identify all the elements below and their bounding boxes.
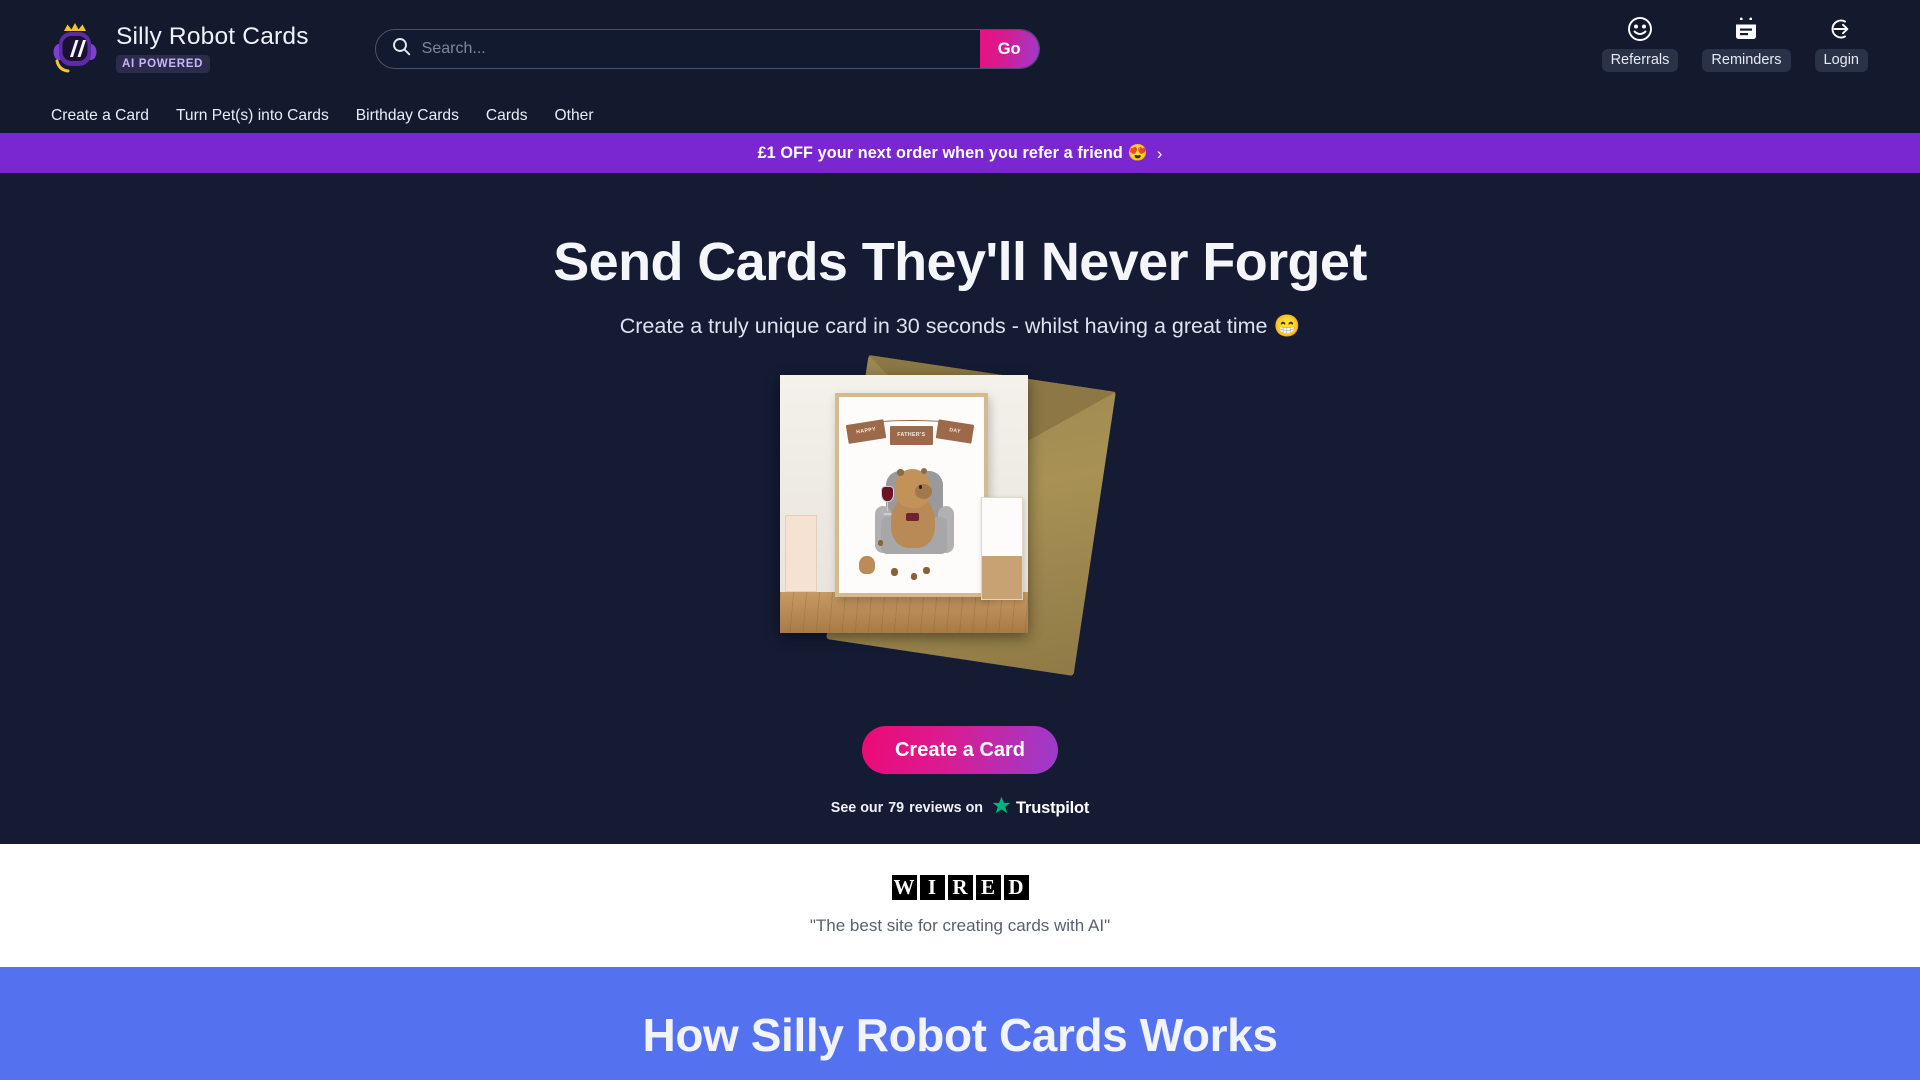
ai-powered-badge: AI POWERED <box>116 54 211 73</box>
press-section: W I R E D "The best site for creating ca… <box>0 844 1920 967</box>
login-arrow-icon <box>1828 15 1854 43</box>
capybara-snout <box>915 484 933 499</box>
greeting-card-photo: HAPPY FATHER'S DAY <box>780 375 1028 634</box>
wine-glass-graphic <box>881 485 895 516</box>
bunting-flag: DAY <box>935 419 975 444</box>
nav-item-birthday-cards[interactable]: Birthday Cards <box>356 107 459 125</box>
bunting-flag: HAPPY <box>846 419 887 444</box>
how-it-works-section: How Silly Robot Cards Works <box>0 967 1920 1080</box>
framed-artwork: HAPPY FATHER'S DAY <box>834 393 989 598</box>
capybara-bowtie <box>905 512 919 521</box>
capybara-head <box>895 468 933 509</box>
header-action-label: Reminders <box>1702 49 1791 72</box>
wired-logo: W I R E D <box>891 875 1029 900</box>
trustpilot-suffix: reviews on <box>909 800 984 817</box>
card-scene: HAPPY FATHER'S DAY <box>780 375 1028 634</box>
create-a-card-button[interactable]: Create a Card <box>862 726 1058 775</box>
crumb-graphic <box>891 567 899 576</box>
wired-letter: I <box>919 875 945 900</box>
search-input[interactable] <box>410 30 980 68</box>
header-action-label: Referrals <box>1601 49 1679 72</box>
trustpilot-rating[interactable]: See our 79 reviews on Trustpilot <box>0 796 1920 820</box>
side-card-base <box>981 556 1023 599</box>
bunting-flag: FATHER'S <box>889 426 934 445</box>
brand-name: Silly Robot Cards <box>116 23 309 51</box>
header-action-reminders[interactable]: Reminders <box>1702 15 1791 72</box>
header-action-referrals[interactable]: Referrals <box>1601 15 1679 72</box>
nav-item-turn-pets-into-cards[interactable]: Turn Pet(s) into Cards <box>176 107 329 125</box>
baby-capybara-graphic <box>858 556 875 574</box>
brand-block[interactable]: Silly Robot Cards AI POWERED <box>50 21 309 77</box>
wine-glass-foot <box>883 513 892 516</box>
header-action-label: Login <box>1814 49 1868 72</box>
header-actions: Referrals Reminders Login <box>1601 15 1868 72</box>
capybara-ear-left <box>897 469 904 476</box>
hero-section: Send Cards They'll Never Forget Create a… <box>0 173 1920 844</box>
crumb-graphic <box>923 566 930 574</box>
capybara-graphic <box>881 468 938 549</box>
crumb-graphic <box>911 572 918 580</box>
site-header: Silly Robot Cards AI POWERED Go <box>0 0 1920 133</box>
search-go-button[interactable]: Go <box>979 30 1039 68</box>
header-action-login[interactable]: Login <box>1814 15 1868 72</box>
bunting-banner: HAPPY FATHER'S DAY <box>846 415 976 448</box>
nav-item-other[interactable]: Other <box>555 107 594 125</box>
hero-card-artwork: HAPPY FATHER'S DAY <box>750 355 1170 698</box>
chevron-right-icon: › <box>1156 143 1163 163</box>
calendar-note-icon <box>1733 15 1759 43</box>
trustpilot-brand-name: Trustpilot <box>1016 798 1090 817</box>
press-quote: "The best site for creating cards with A… <box>809 916 1111 935</box>
wall-note-graphic <box>784 514 818 593</box>
nav-item-cards[interactable]: Cards <box>486 107 528 125</box>
side-card-graphic <box>980 496 1024 600</box>
trustpilot-star-icon <box>992 796 1011 820</box>
main-nav: Create a Card Turn Pet(s) into Cards Bir… <box>50 98 1920 133</box>
trustpilot-prefix: See our <box>830 800 884 817</box>
search-icon <box>392 37 411 61</box>
wine-glass-stem <box>886 501 889 512</box>
hero-title: Send Cards They'll Never Forget <box>553 232 1367 292</box>
wired-letter: R <box>947 875 973 900</box>
nav-item-create-a-card[interactable]: Create a Card <box>51 107 149 125</box>
trustpilot-review-count: 79 <box>888 800 905 817</box>
brand-text: Silly Robot Cards AI POWERED <box>116 25 309 73</box>
wine-glass-bowl <box>881 485 895 502</box>
robot-crown-logo-icon <box>50 21 100 77</box>
smiley-face-icon <box>1627 15 1653 43</box>
promo-banner[interactable]: £1 OFF your next order when you refer a … <box>0 133 1920 173</box>
how-it-works-title: How Silly Robot Cards Works <box>642 1009 1278 1061</box>
promo-banner-text: £1 OFF your next order when you refer a … <box>757 144 1148 162</box>
page-root: Silly Robot Cards AI POWERED Go <box>0 0 1920 1080</box>
wired-letter: E <box>975 875 1001 900</box>
search-bar[interactable]: Go <box>374 29 1040 69</box>
capybara-ear-right <box>920 468 928 475</box>
wired-letter: D <box>1003 875 1029 900</box>
hero-subtitle: Create a truly unique card in 30 seconds… <box>619 314 1301 339</box>
wired-letter: W <box>891 875 917 900</box>
header-top-row: Silly Robot Cards AI POWERED Go <box>50 0 1920 98</box>
crumb-graphic <box>877 540 883 547</box>
